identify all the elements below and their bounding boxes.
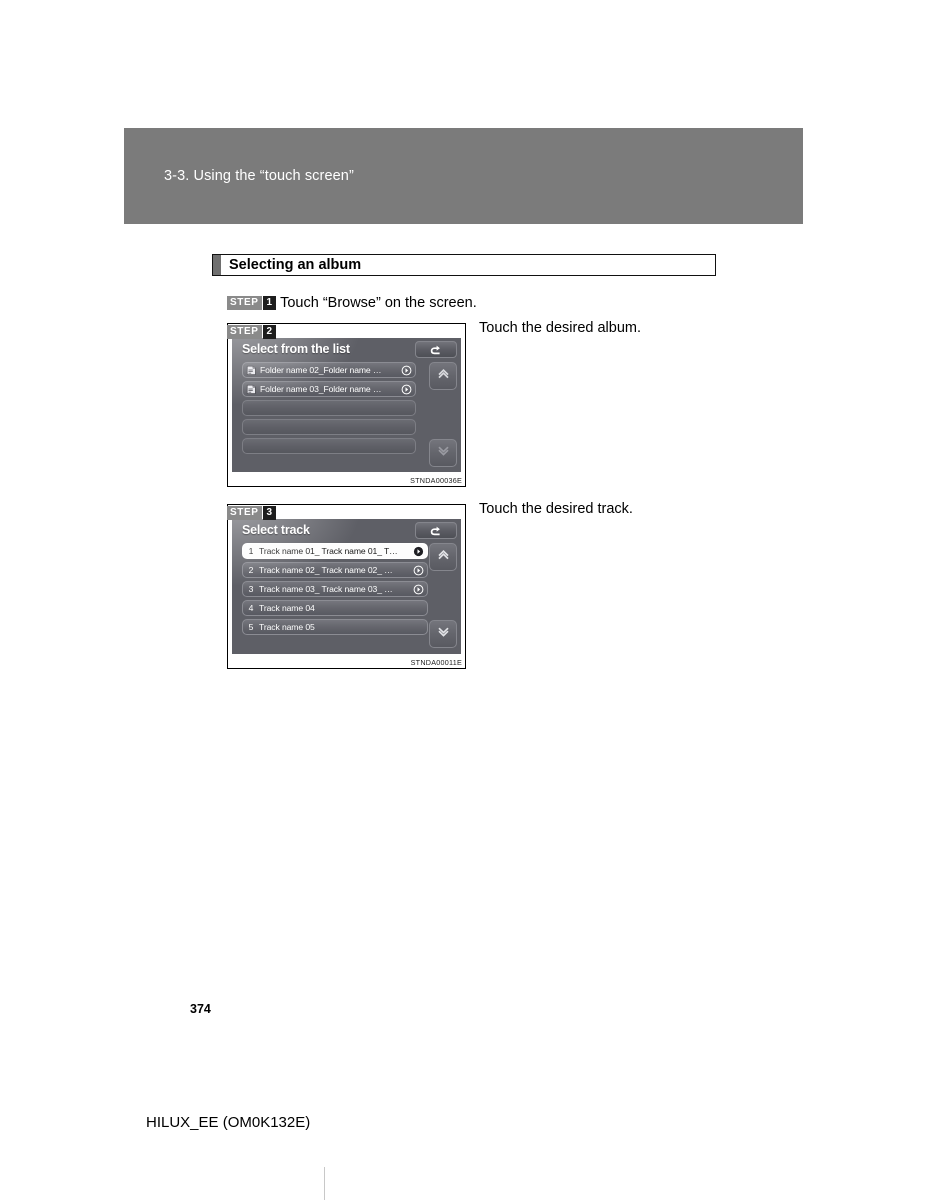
album-list: Folder name 02_Folder name … Folder name… bbox=[242, 362, 416, 457]
return-button[interactable] bbox=[415, 522, 457, 539]
return-arrow-icon bbox=[430, 344, 443, 355]
step-2-caption: Touch the desired album. bbox=[479, 320, 642, 336]
track-index: 2 bbox=[248, 565, 254, 575]
chevron-right-circle-icon[interactable] bbox=[409, 546, 427, 557]
scroll-controls-album bbox=[429, 362, 457, 467]
track-index: 4 bbox=[248, 603, 254, 613]
head-unit-screen-album: Select from the list Folder name 02_Fold… bbox=[232, 338, 461, 472]
figure-step-2: STEP 2 Select from the list Folder name … bbox=[227, 323, 466, 487]
list-item-label: Track name 04 bbox=[259, 603, 315, 613]
page-header-band: 3-3. Using the “touch screen” bbox=[124, 128, 803, 224]
chevron-right-circle-icon[interactable] bbox=[397, 365, 415, 376]
step-2-number: 2 bbox=[262, 324, 277, 339]
list-item[interactable]: 5 Track name 05 bbox=[242, 619, 428, 635]
list-item[interactable]: Folder name 02_Folder name … bbox=[242, 362, 416, 378]
list-item-label: Track name 02_ Track name 02_ … bbox=[259, 565, 393, 575]
chevron-up-icon bbox=[436, 547, 451, 567]
list-item-empty bbox=[242, 419, 416, 435]
folder-icon bbox=[243, 365, 260, 376]
return-button[interactable] bbox=[415, 341, 457, 358]
list-item-label: Track name 05 bbox=[259, 622, 315, 632]
scroll-controls-track bbox=[429, 543, 457, 648]
figure-code-step-3: STNDA00011E bbox=[410, 658, 462, 667]
chevron-down-icon bbox=[436, 624, 451, 644]
step-1-chip: STEP 1 bbox=[227, 294, 277, 312]
document-id: HILUX_EE (OM0K132E) bbox=[146, 1114, 311, 1131]
section-heading: Selecting an album bbox=[212, 254, 716, 276]
head-unit-screen-track: Select track 1 Track name 01_ Track name… bbox=[232, 519, 461, 654]
track-list: 1 Track name 01_ Track name 01_ T… 2 Tra… bbox=[242, 543, 428, 638]
list-item[interactable]: 2 Track name 02_ Track name 02_ … bbox=[242, 562, 428, 578]
chevron-down-icon bbox=[436, 443, 451, 463]
list-item[interactable]: Folder name 03_Folder name … bbox=[242, 381, 416, 397]
screen-title-album: Select from the list bbox=[242, 342, 350, 356]
chevron-right-circle-icon[interactable] bbox=[409, 584, 427, 595]
section-heading-label: Selecting an album bbox=[229, 257, 362, 273]
chevron-up-icon bbox=[436, 366, 451, 386]
scroll-down-button[interactable] bbox=[429, 439, 457, 467]
list-item-empty bbox=[242, 438, 416, 454]
screen-title-track: Select track bbox=[242, 523, 310, 537]
list-item-label: Track name 01_ Track name 01_ T… bbox=[259, 546, 398, 556]
list-item-label: Folder name 02_Folder name … bbox=[260, 365, 382, 375]
chevron-right-circle-icon[interactable] bbox=[397, 384, 415, 395]
step-2-chip: STEP 2 bbox=[227, 323, 277, 341]
step-1-number: 1 bbox=[262, 295, 277, 310]
section-heading-marker bbox=[213, 255, 221, 275]
list-item-empty bbox=[242, 400, 416, 416]
step-1-row: STEP 1 Touch “Browse” on the screen. bbox=[227, 294, 477, 312]
track-index: 1 bbox=[248, 546, 254, 556]
track-index: 3 bbox=[248, 584, 254, 594]
figure-code-step-2: STNDA00036E bbox=[410, 476, 462, 485]
scroll-up-button[interactable] bbox=[429, 362, 457, 390]
step-1-instruction: Touch “Browse” on the screen. bbox=[280, 295, 477, 311]
track-index: 5 bbox=[248, 622, 254, 632]
step-3-number: 3 bbox=[262, 505, 277, 520]
step-3-caption: Touch the desired track. bbox=[479, 501, 633, 517]
list-item-label: Folder name 03_Folder name … bbox=[260, 384, 382, 394]
step-1-word: STEP bbox=[227, 295, 262, 310]
list-item[interactable]: 1 Track name 01_ Track name 01_ T… bbox=[242, 543, 428, 559]
page-header-title: 3-3. Using the “touch screen” bbox=[164, 168, 354, 184]
figure-step-3: STEP 3 Select track 1 Track name 01_ Trac… bbox=[227, 504, 466, 669]
folder-icon bbox=[243, 384, 260, 395]
list-item[interactable]: 4 Track name 04 bbox=[242, 600, 428, 616]
step-3-chip: STEP 3 bbox=[227, 504, 277, 522]
scroll-up-button[interactable] bbox=[429, 543, 457, 571]
step-2-word: STEP bbox=[227, 324, 262, 339]
return-arrow-icon bbox=[430, 525, 443, 536]
chevron-right-circle-icon[interactable] bbox=[409, 565, 427, 576]
page-edge-rule bbox=[324, 1167, 325, 1200]
step-3-word: STEP bbox=[227, 505, 262, 520]
scroll-down-button[interactable] bbox=[429, 620, 457, 648]
page-number: 374 bbox=[190, 1002, 211, 1016]
list-item[interactable]: 3 Track name 03_ Track name 03_ … bbox=[242, 581, 428, 597]
list-item-label: Track name 03_ Track name 03_ … bbox=[259, 584, 393, 594]
